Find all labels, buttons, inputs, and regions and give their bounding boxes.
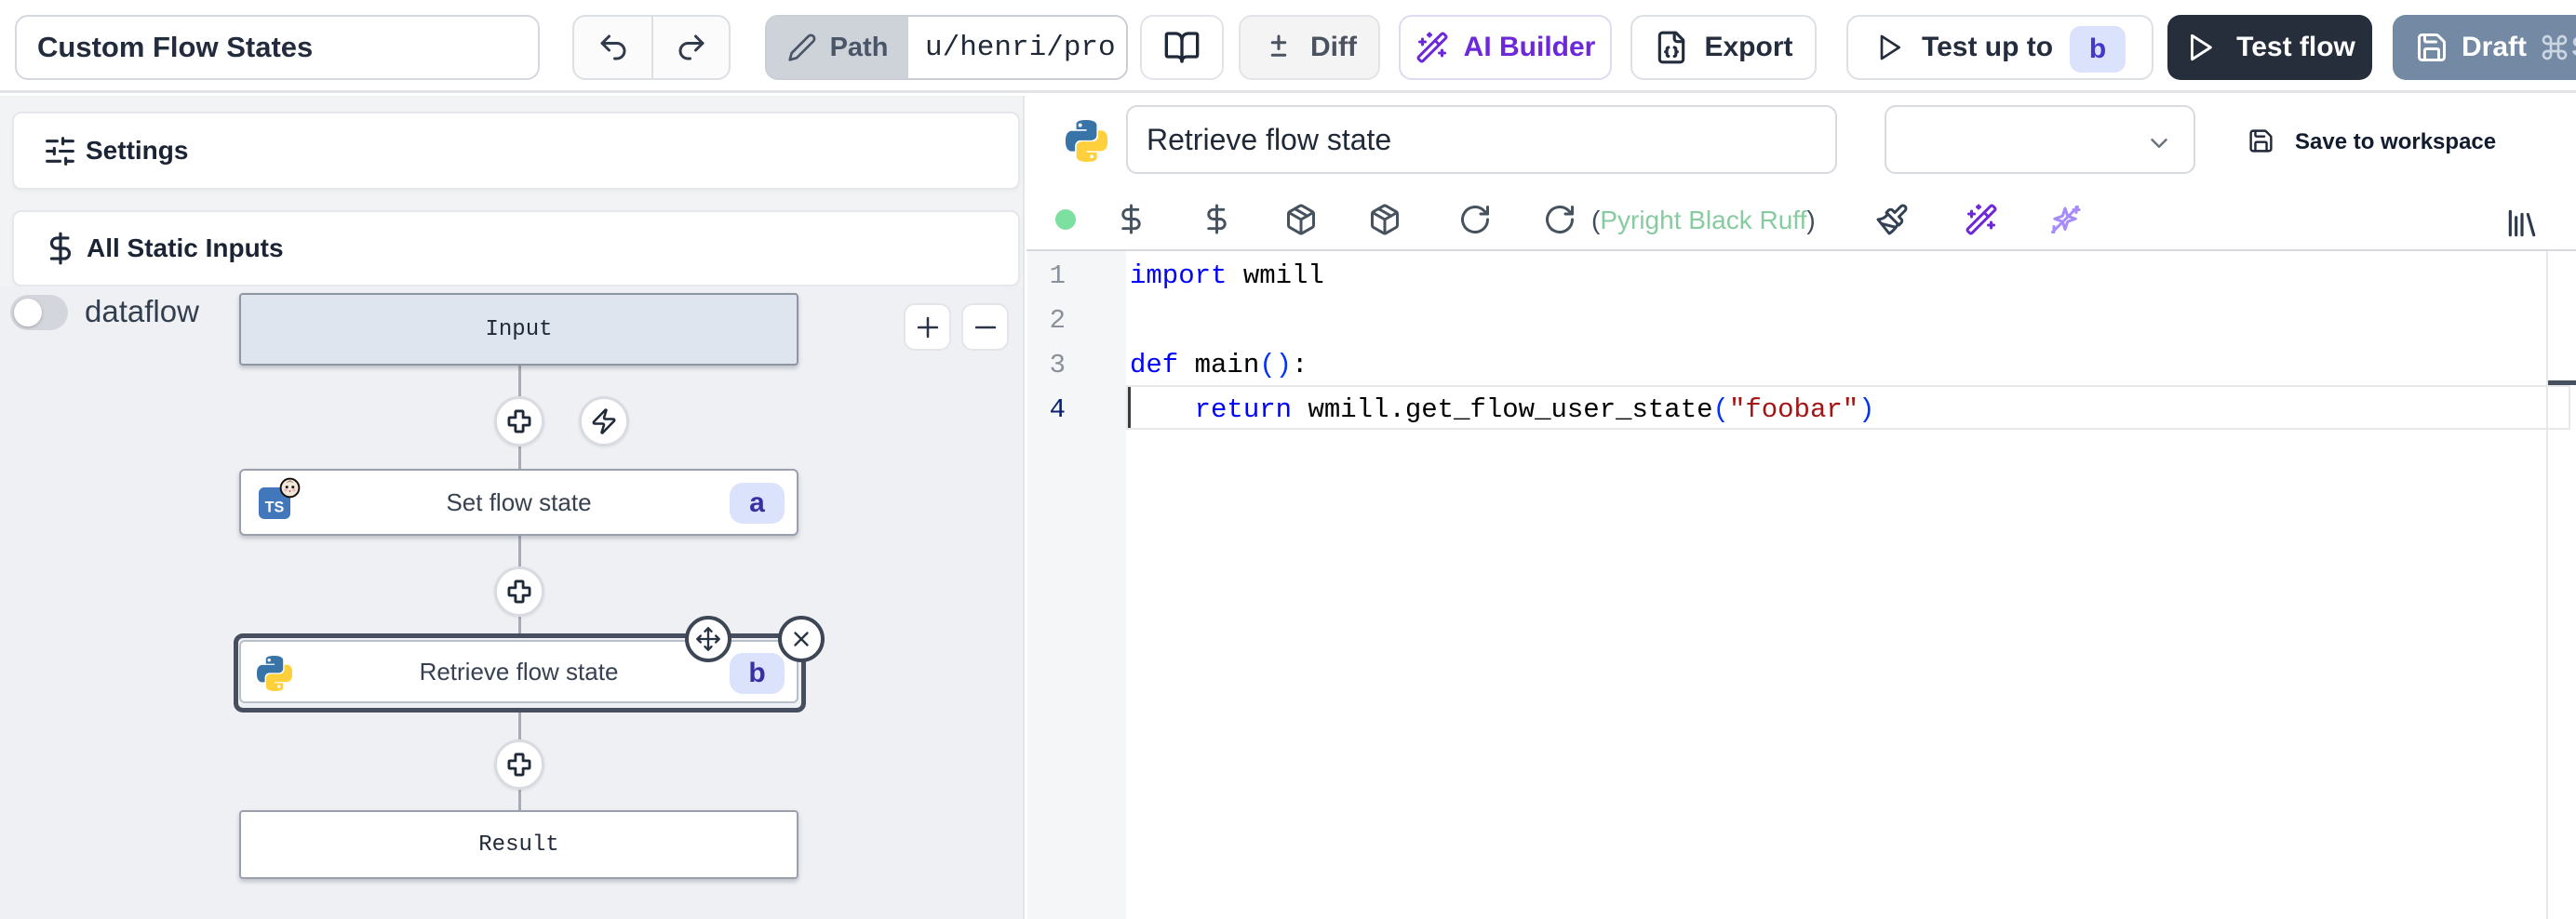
svg-text:TS: TS <box>265 499 285 515</box>
